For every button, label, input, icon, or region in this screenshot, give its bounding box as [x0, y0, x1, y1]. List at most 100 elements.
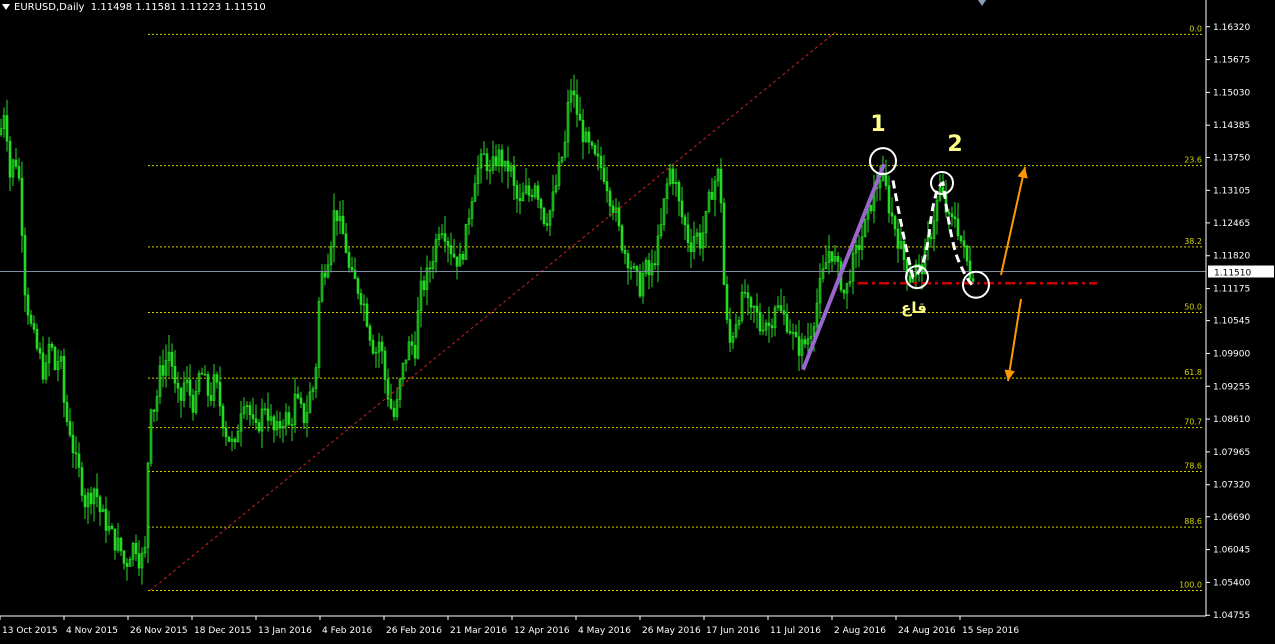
- candle-body: [170, 351, 174, 367]
- candle-body: [80, 467, 84, 496]
- candle-body: [539, 199, 543, 209]
- shift-marker-icon: [978, 0, 986, 6]
- y-tick-label: 1.13750: [1213, 154, 1250, 164]
- candle-body: [341, 215, 345, 235]
- candle-body: [122, 550, 126, 564]
- candle-body: [251, 414, 255, 420]
- candle-body: [599, 155, 603, 169]
- candle-body: [335, 210, 339, 222]
- candle-body: [410, 341, 414, 346]
- fib-levels: 0.0 23.6 38.2 50.0 61.8 70.7 78.6 88.6 100.0: [148, 24, 1204, 592]
- candle-body: [626, 253, 630, 269]
- candle-body: [896, 228, 900, 249]
- candle-body: [299, 397, 303, 404]
- candle-body: [512, 165, 516, 186]
- candle-body: [746, 292, 750, 298]
- candle-body: [29, 314, 33, 324]
- candle-body: [749, 297, 753, 308]
- candle-body: [380, 341, 384, 352]
- candle-body: [209, 395, 213, 401]
- candle-body: [623, 249, 627, 255]
- x-tick-label: 18 Dec 2015: [194, 626, 252, 636]
- candle-body: [371, 340, 375, 354]
- candle-body: [869, 204, 873, 212]
- candle-body: [536, 185, 540, 200]
- candle-body: [215, 374, 219, 383]
- candle-body: [287, 412, 291, 425]
- candle-body: [173, 366, 177, 384]
- candle-body: [917, 264, 921, 266]
- candle-body: [203, 373, 207, 376]
- candle-body: [41, 352, 45, 380]
- candle-body: [455, 256, 459, 267]
- candle-body: [620, 225, 624, 251]
- candles: [0, 74, 975, 585]
- x-tick-label: 26 May 2016: [642, 626, 701, 636]
- x-tick-label: 13 Jan 2016: [258, 626, 312, 636]
- candle-body: [356, 278, 360, 294]
- trendline: [149, 31, 836, 591]
- x-tick-label: 26 Feb 2016: [386, 626, 442, 636]
- candle-body: [779, 305, 783, 312]
- x-tick-label: 24 Aug 2016: [898, 626, 956, 636]
- candle-body: [14, 159, 18, 167]
- y-tick-label: 1.16320: [1213, 23, 1250, 33]
- candle-body: [830, 251, 834, 262]
- candle-body: [35, 329, 39, 349]
- candle-body: [257, 422, 261, 432]
- candle-body: [323, 272, 327, 278]
- fib-level-label: 100.0: [1179, 581, 1202, 590]
- candle-body: [227, 436, 231, 442]
- y-tick-label: 1.11175: [1213, 285, 1250, 295]
- candle-body: [443, 233, 447, 242]
- candle-body: [74, 452, 78, 455]
- candle-body: [71, 434, 75, 454]
- candle-body: [902, 241, 906, 260]
- candle-body: [68, 421, 72, 436]
- candle-body: [617, 207, 621, 227]
- candle-body: [962, 240, 966, 247]
- arrow-down-head: [1004, 369, 1015, 381]
- y-tick-label: 1.11820: [1213, 252, 1250, 262]
- candle-body: [113, 528, 117, 551]
- x-tick-label: 2 Aug 2016: [834, 626, 886, 636]
- candle-body: [890, 212, 894, 217]
- candle-body: [518, 198, 522, 202]
- candle-body: [365, 303, 369, 327]
- y-tick-label: 1.13105: [1213, 186, 1250, 196]
- candle-body: [578, 114, 582, 121]
- candle-body: [452, 253, 456, 258]
- candle-body: [950, 213, 954, 218]
- candle-body: [956, 218, 960, 237]
- candle-body: [233, 438, 237, 443]
- label-bottom: قاع: [901, 299, 927, 317]
- candle-body: [611, 205, 615, 213]
- x-tick-label: 15 Sep 2016: [962, 626, 1019, 636]
- candle-body: [137, 553, 141, 569]
- y-tick-label: 1.10545: [1213, 317, 1250, 327]
- candle-body: [152, 409, 156, 412]
- x-tick-label: 4 Nov 2015: [66, 626, 118, 636]
- candle-body: [206, 374, 210, 396]
- candle-body: [449, 245, 453, 255]
- y-tick-label: 1.12465: [1213, 219, 1250, 229]
- candle-body: [446, 241, 450, 246]
- candle-body: [53, 346, 57, 371]
- candle-body: [785, 313, 789, 332]
- candle-body: [947, 212, 951, 215]
- candle-body: [161, 365, 165, 376]
- candle-body: [758, 311, 762, 332]
- candle-body: [461, 254, 465, 260]
- y-tick-label: 1.14385: [1213, 121, 1250, 131]
- candle-body: [392, 407, 396, 417]
- candle-body: [743, 291, 747, 294]
- y-tick-label: 1.07965: [1213, 448, 1250, 458]
- x-tick-label: 4 May 2016: [578, 626, 631, 636]
- candle-body: [671, 168, 675, 184]
- candle-body: [953, 216, 957, 220]
- price-chart[interactable]: 0.0 23.6 38.2 50.0 61.8 70.7 78.6 88.6 100.0 1 2 ق…: [0, 0, 1275, 644]
- candle-body: [596, 153, 600, 157]
- candle-body: [179, 387, 183, 401]
- candle-body: [344, 233, 348, 253]
- candle-body: [686, 224, 690, 243]
